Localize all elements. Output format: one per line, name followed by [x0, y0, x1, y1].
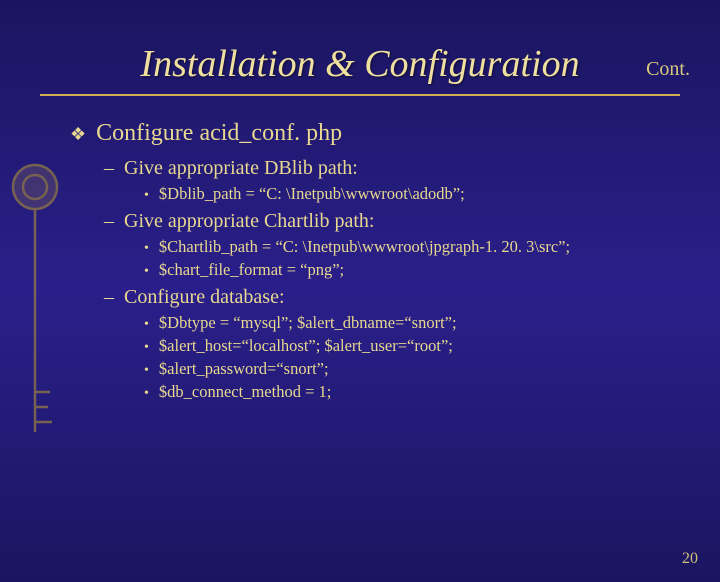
bullet-level3: • $Dbtype = “mysql”; $alert_dbname=“snor… — [144, 313, 690, 333]
level3-text: $alert_password=“snort”; — [159, 359, 329, 379]
level2-text: Give appropriate Chartlib path: — [124, 210, 374, 233]
bullet-level3: • $alert_host=“localhost”; $alert_user=“… — [144, 336, 690, 356]
level2-text: Give appropriate DBlib path: — [124, 157, 358, 180]
title-underline — [40, 94, 680, 96]
dash-bullet-icon: – — [104, 286, 114, 309]
bullet-level2: – Give appropriate DBlib path: — [104, 157, 690, 180]
continuation-label: Cont. — [646, 58, 690, 81]
dot-bullet-icon: • — [144, 317, 149, 333]
level2-text: Configure database: — [124, 286, 285, 309]
bullet-level3: • $Dblib_path = “C: \Inetpub\wwwroot\ado… — [144, 184, 690, 204]
level3-text: $Chartlib_path = “C: \Inetpub\wwwroot\jp… — [159, 237, 570, 257]
bullet-level3: • $Chartlib_path = “C: \Inetpub\wwwroot\… — [144, 237, 690, 257]
dot-bullet-icon: • — [144, 340, 149, 356]
bullet-level3: • $alert_password=“snort”; — [144, 359, 690, 379]
level3-text: $Dblib_path = “C: \Inetpub\wwwroot\adodb… — [159, 184, 465, 204]
dash-bullet-icon: – — [104, 210, 114, 233]
level3-text: $db_connect_method = 1; — [159, 382, 331, 402]
bullet-level1: ❖ Configure acid_conf. php — [70, 120, 690, 147]
diamond-bullet-icon: ❖ — [70, 124, 86, 145]
key-decoration-icon — [10, 152, 60, 472]
level3-text: $alert_host=“localhost”; $alert_user=“ro… — [159, 336, 453, 356]
dash-bullet-icon: – — [104, 157, 114, 180]
bullet-level3: • $db_connect_method = 1; — [144, 382, 690, 402]
page-number: 20 — [682, 550, 698, 568]
bullet-level3: • $chart_file_format = “png”; — [144, 260, 690, 280]
level1-text: Configure acid_conf. php — [96, 120, 342, 147]
dot-bullet-icon: • — [144, 241, 149, 257]
slide-title: Installation & Configuration — [0, 42, 720, 86]
dot-bullet-icon: • — [144, 363, 149, 379]
bullet-level2: – Give appropriate Chartlib path: — [104, 210, 690, 233]
dot-bullet-icon: • — [144, 264, 149, 280]
bullet-level2: – Configure database: — [104, 286, 690, 309]
dot-bullet-icon: • — [144, 386, 149, 402]
dot-bullet-icon: • — [144, 188, 149, 204]
level3-text: $Dbtype = “mysql”; $alert_dbname=“snort”… — [159, 313, 457, 333]
slide-content: ❖ Configure acid_conf. php – Give approp… — [0, 120, 720, 402]
level3-text: $chart_file_format = “png”; — [159, 260, 344, 280]
